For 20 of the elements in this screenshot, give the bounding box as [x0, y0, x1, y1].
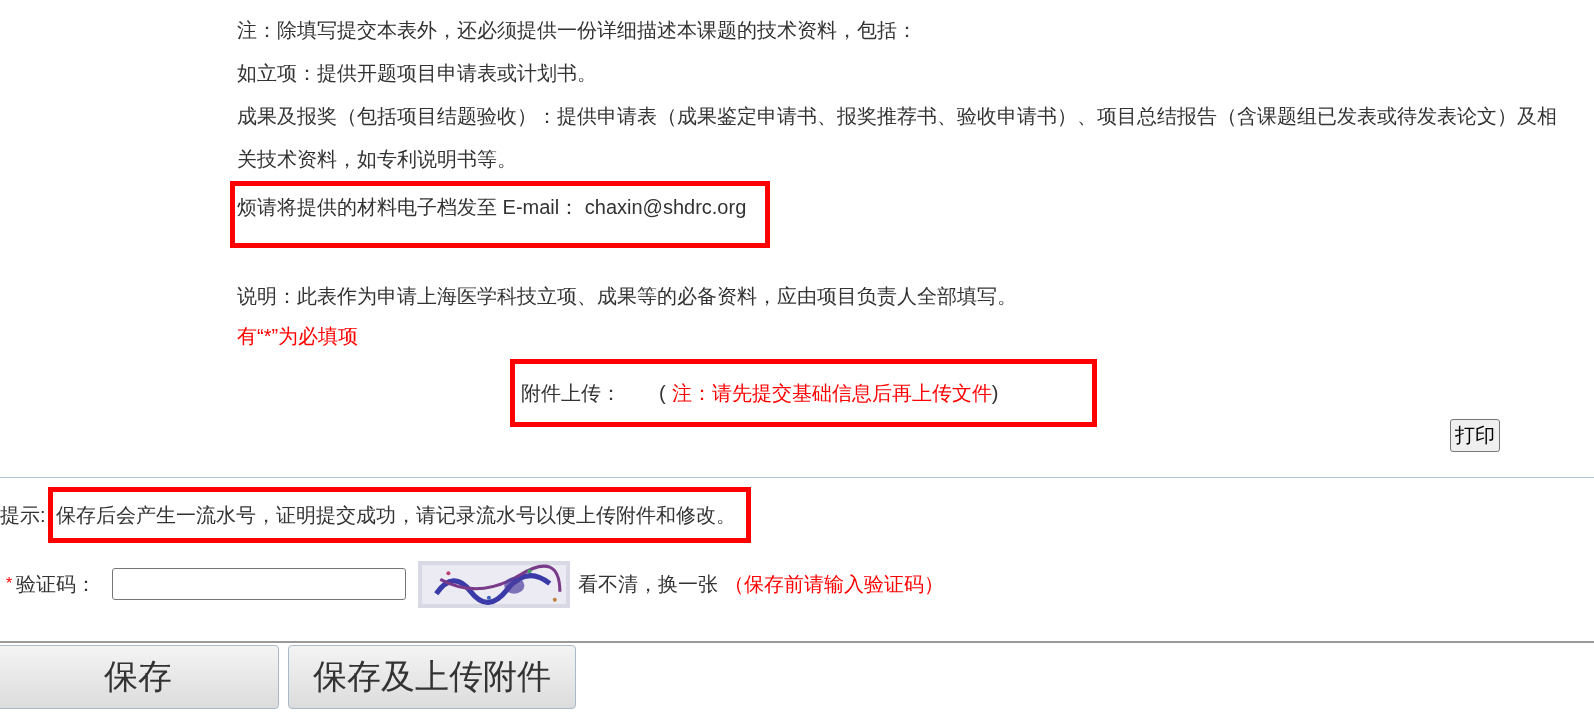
print-button[interactable]: 打印	[1450, 419, 1500, 452]
attachment-note: 注：请先提交基础信息后再上传文件	[671, 380, 992, 406]
captcha-note: （保存前请输入验证码）	[724, 571, 945, 597]
note-text: 如立项：提供开题项目申请表或计划书。	[237, 61, 598, 86]
save-button[interactable]: 保存及上传附件	[288, 645, 576, 709]
hint-label: 提示:	[0, 502, 46, 528]
note-text: 烦请将提供的材料电子档发至 E-mail： chaxin@shdrc.org	[237, 195, 747, 220]
save-button[interactable]: 保存	[0, 645, 279, 709]
note-text: 成果及报奖（包括项目结题验收）：提供申请表（成果鉴定申请书、报奖推荐书、验收申请书）、项目总结报告（含课题组已发表或待发表论文）及相关技术资料，如专利说明书等。	[237, 104, 1557, 172]
refresh-link[interactable]: 看不清，换一张	[578, 570, 719, 598]
description-text: 说明：此表作为申请上海医学科技立项、成果等的必备资料，应由项目负责人全部填写。	[237, 284, 1018, 309]
paren-text: (	[659, 381, 666, 405]
required-note: 有“*”为必填项	[237, 324, 360, 349]
paren-text: )	[991, 381, 999, 405]
attachment-label: 附件上传：	[521, 380, 621, 406]
captcha-label: 验证码：	[16, 571, 97, 597]
required-mark: *	[6, 575, 13, 593]
hint-text: 保存后会产生一流水号，证明提交成功，请记录流水号以便上传附件和修改。	[55, 502, 736, 528]
captcha-field[interactable]	[112, 568, 407, 600]
note-text: 注：除填写提交本表外，还必须提供一份详细描述本课题的技术资料，包括：	[237, 18, 918, 43]
